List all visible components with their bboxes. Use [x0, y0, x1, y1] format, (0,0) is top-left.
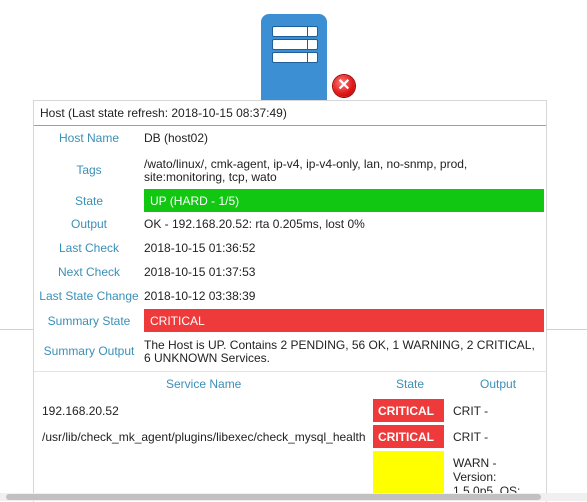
field-label: Last State Change [39, 289, 139, 303]
field-label: Summary Output [43, 344, 135, 358]
popup-title: Host (Last state refresh: 2018-10-15 08:… [40, 106, 287, 120]
services-header-output[interactable]: Output [480, 377, 516, 391]
scrollbar-thumb[interactable] [6, 494, 541, 500]
service-state-badge: CRITICAL [373, 399, 444, 422]
service-state-badge: CRITICAL [373, 425, 444, 448]
field-label: State [74, 194, 104, 208]
section-divider [34, 371, 546, 372]
service-state-badge-warn [373, 451, 444, 493]
field-value: 2018-10-12 03:38:39 [144, 289, 256, 303]
service-output-line: WARN - [453, 456, 497, 470]
service-state: CRITICAL [378, 404, 434, 418]
server-slot-1 [272, 26, 318, 37]
field-value: 2018-10-15 01:37:53 [144, 265, 256, 279]
server-icon[interactable] [261, 14, 327, 100]
services-header-name[interactable]: Service Name [166, 377, 241, 391]
field-label: Tags [76, 163, 102, 177]
field-value-line: 6 UNKNOWN Services. [144, 351, 271, 365]
service-output-line: Version: [453, 470, 497, 484]
error-icon[interactable]: ✕ [333, 75, 355, 97]
server-slot-2 [272, 39, 318, 50]
state-value: CRITICAL [150, 314, 205, 328]
field-value: OK - 192.168.20.52: rta 0.205ms, lost 0% [144, 217, 365, 231]
field-value-line: The Host is UP. Contains 2 PENDING, 56 O… [144, 338, 535, 352]
services-header-state[interactable]: State [396, 377, 424, 391]
field-label: Output [70, 217, 108, 231]
server-slot-3 [272, 52, 318, 63]
state-up-badge: UP (HARD - 1/5) [144, 189, 544, 212]
service-state: CRITICAL [378, 430, 434, 444]
host-hover-popup: Host (Last state refresh: 2018-10-15 08:… [33, 100, 547, 502]
service-output: CRIT - [453, 430, 489, 444]
field-label: Summary State [47, 314, 131, 328]
service-name: /usr/lib/check_mk_agent/plugins/libexec/… [42, 430, 366, 444]
field-label: Last Check [58, 241, 120, 255]
field-value: 2018-10-15 01:36:52 [144, 241, 256, 255]
field-label: Next Check [57, 265, 121, 279]
field-value-line: /wato/linux/, cmk-agent, ip-v4, ip-v4-on… [144, 157, 468, 171]
field-value: DB (host02) [144, 131, 209, 145]
state-value: UP (HARD - 1/5) [150, 194, 240, 208]
popup-header: Host (Last state refresh: 2018-10-15 08:… [34, 101, 546, 126]
summary-state-critical-badge: CRITICAL [144, 309, 544, 332]
service-output: CRIT - [453, 404, 489, 418]
field-label: Host Name [58, 131, 120, 145]
service-name: 192.168.20.52 [42, 404, 119, 418]
field-value-line: site:monitoring, tcp, wato [144, 170, 277, 184]
